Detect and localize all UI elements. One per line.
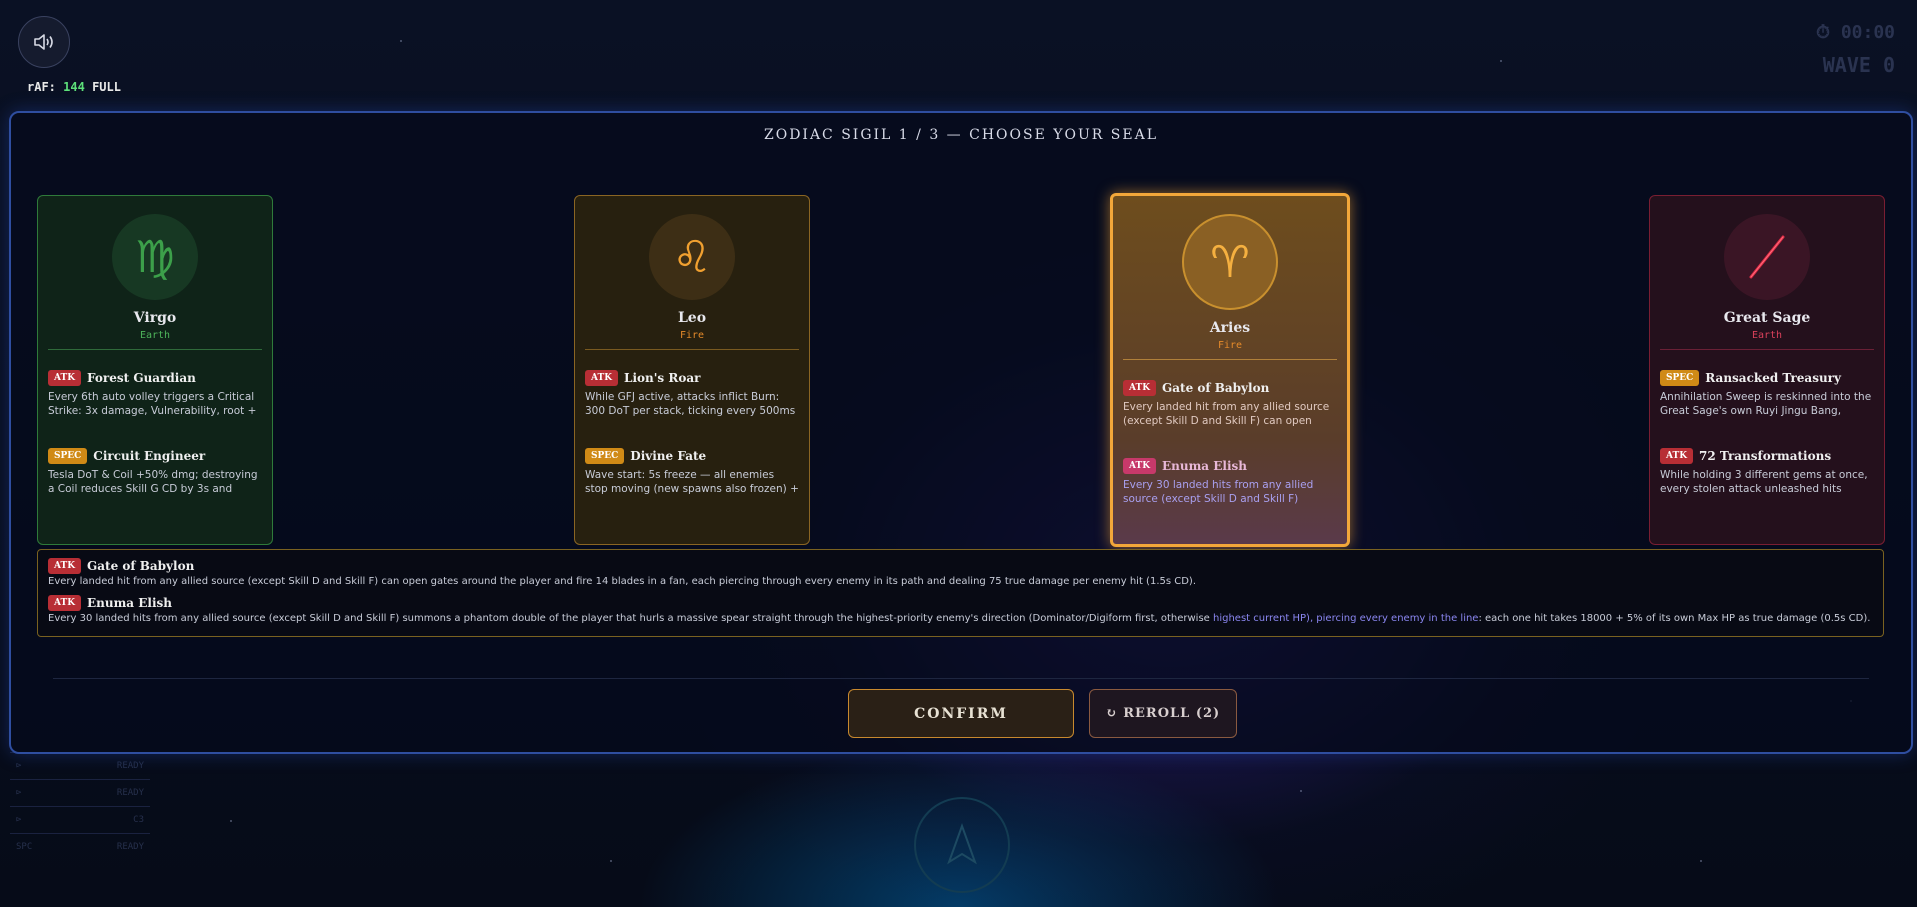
ability-desc: While GFJ active, attacks inflict Burn: … — [585, 391, 796, 417]
aries-sigil-icon: ♈ — [1182, 214, 1278, 310]
card-element: Earth — [1751, 330, 1783, 341]
ability-name: Gate of Babylon — [87, 559, 195, 573]
card-name: Leo — [677, 310, 707, 326]
sound-toggle-button[interactable] — [18, 16, 70, 68]
virgo-sigil-icon: ♍ — [112, 214, 198, 300]
ability-tag: ATK — [48, 370, 82, 386]
ability-name: Enuma Elish — [87, 596, 173, 610]
reroll-button[interactable]: ↻ REROLL (2) — [1089, 689, 1237, 738]
ability-desc: Wave start: 5s freeze — all enemies stop… — [585, 469, 799, 495]
wave-timer: ⏱ 00:00 — [1815, 22, 1895, 43]
ability: ATK 72 Transformations While holding 3 di… — [1660, 448, 1874, 496]
skill-row: SPC READY — [10, 833, 150, 860]
ability-name: Enuma Elish — [1162, 459, 1248, 473]
divider — [1660, 349, 1874, 350]
ability-name: Lion's Roar — [624, 371, 701, 385]
ability-tag: ATK — [1660, 448, 1694, 464]
ability-tag: ATK — [1123, 458, 1157, 474]
detail-item: ATK Gate of Babylon Every landed hit from… — [48, 558, 1873, 587]
ability-name: 72 Transformations — [1699, 449, 1832, 463]
ability-name: Divine Fate — [630, 449, 707, 463]
skill-row: ⊳ READY — [10, 752, 150, 779]
sigil-card-leo[interactable]: ♌ Leo Fire ATK Lion's Roar While GFJ acti… — [574, 195, 810, 545]
raf-mode: FULL — [92, 80, 121, 94]
staff-sigil-icon — [1724, 214, 1810, 300]
ability-detail-panel: ATK Gate of Babylon Every landed hit from… — [37, 549, 1884, 637]
raf-value: 144 — [63, 80, 85, 94]
divider — [1123, 359, 1337, 360]
card-name: Virgo — [133, 310, 177, 326]
card-name: Great Sage — [1723, 310, 1811, 326]
leo-sigil-icon: ♌ — [649, 214, 735, 300]
hud-right: ⏱ 00:00 WAVE 0 — [1816, 22, 1895, 77]
skill-row: ⊳ C3 — [10, 806, 150, 833]
ability-desc: Every 6th auto volley triggers a Critica… — [48, 391, 257, 417]
ability-desc: Every 30 landed hits from any allied sou… — [1123, 479, 1314, 505]
raf-readout: rAF: 144 FULL — [27, 80, 121, 94]
divider — [48, 349, 262, 350]
ability-name: Ransacked Treasury — [1705, 371, 1841, 385]
sigil-card-aries[interactable]: ♈ Aries Fire ATK Gate of Babylon Every la… — [1110, 193, 1350, 547]
ability-tag: SPEC — [48, 448, 88, 464]
ability-tag: SPEC — [1660, 370, 1700, 386]
ability: SPEC Circuit Engineer Tesla DoT & Coil +5… — [48, 448, 262, 496]
ability-name: Forest Guardian — [87, 371, 196, 385]
ability: SPEC Ransacked Treasury Annihilation Swee… — [1660, 370, 1874, 418]
card-element: Earth — [139, 330, 171, 341]
zodiac-sigil-modal: ZODIAC SIGIL 1 / 3 — CHOOSE YOUR SEAL ♍ … — [9, 111, 1913, 754]
ability-tag: SPEC — [585, 448, 625, 464]
confirm-button[interactable]: CONFIRM — [848, 689, 1074, 738]
detail-desc: Every landed hit from any allied source … — [48, 576, 1197, 587]
ability-desc: Every landed hit from any allied source … — [1123, 401, 1330, 427]
ability-name: Circuit Engineer — [93, 449, 206, 463]
ability: ATK Enuma Elish Every 30 landed hits from… — [1123, 458, 1337, 506]
ability-desc: Annihilation Sweep is reskinned into the… — [1660, 391, 1872, 417]
player-ship — [914, 797, 1010, 893]
raf-label: rAF: — [27, 80, 56, 94]
card-element: Fire — [1217, 340, 1243, 351]
card-element: Fire — [679, 330, 705, 341]
ship-icon — [947, 823, 977, 865]
speaker-icon — [34, 34, 53, 50]
sigil-card-great-sage[interactable]: Great Sage Earth SPEC Ransacked Treasury … — [1649, 195, 1885, 545]
detail-desc: Every 30 landed hits from any allied sou… — [48, 613, 1871, 624]
sigil-card-virgo[interactable]: ♍ Virgo Earth ATK Forest Guardian Every 6… — [37, 195, 273, 545]
ability-name: Gate of Babylon — [1162, 381, 1270, 395]
ability-tag: ATK — [48, 595, 82, 611]
modal-title: ZODIAC SIGIL 1 / 3 — CHOOSE YOUR SEAL — [763, 127, 1158, 143]
wave-counter: WAVE 0 — [1822, 53, 1895, 77]
divider — [585, 349, 799, 350]
ability-tag: ATK — [48, 558, 82, 574]
ability: ATK Forest Guardian Every 6th auto volley… — [48, 370, 262, 418]
divider — [53, 678, 1869, 679]
ability: SPEC Divine Fate Wave start: 5s freeze — … — [585, 448, 799, 496]
skill-status-panel: ⊳ READY ⊳ READY ⊳ C3 SPC READY — [10, 752, 150, 860]
card-name: Aries — [1209, 320, 1251, 336]
ability: ATK Lion's Roar While GFJ active, attacks… — [585, 370, 799, 418]
detail-item: ATK Enuma Elish Every 30 landed hits from… — [48, 595, 1873, 624]
skill-row: ⊳ READY — [10, 779, 150, 806]
ability-desc: Tesla DoT & Coil +50% dmg; destroying a … — [48, 469, 258, 495]
ability-tag: ATK — [1123, 380, 1157, 396]
ability: ATK Gate of Babylon Every landed hit from… — [1123, 380, 1337, 428]
ability-desc: While holding 3 different gems at once, … — [1660, 469, 1868, 495]
ability-tag: ATK — [585, 370, 619, 386]
